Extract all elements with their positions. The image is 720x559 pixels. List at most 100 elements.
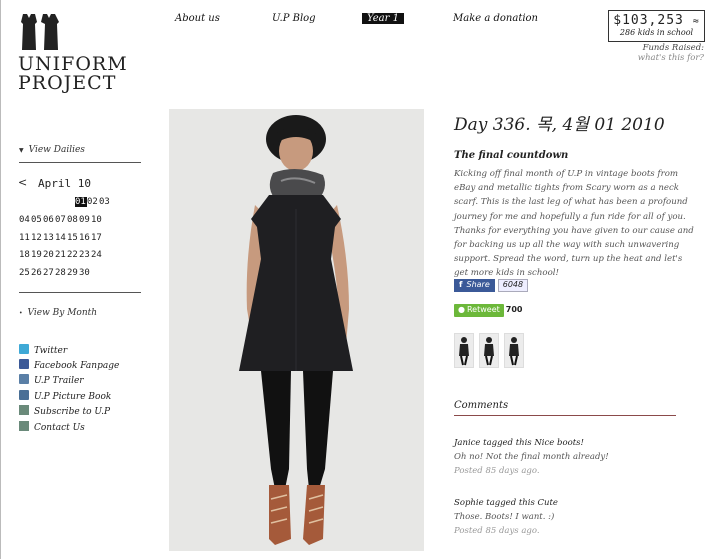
view-by-month-toggle[interactable]: • View By Month <box>19 308 97 318</box>
facebook-share: f Share 6048 <box>454 279 529 292</box>
thumbnail-image[interactable] <box>504 333 524 368</box>
calendar-day[interactable]: 26 <box>31 268 43 278</box>
calendar-day[interactable]: 20 <box>43 250 55 260</box>
book-icon <box>19 390 29 400</box>
comment-date: Posted 85 days ago. <box>454 466 540 476</box>
funds-info-link[interactable]: what's this for? <box>638 53 704 63</box>
calendar-day[interactable]: 01 <box>75 197 87 207</box>
calendar-day[interactable]: 11 <box>19 233 31 243</box>
funds-counter: $103,253 ≈ 286 kids in school <box>608 10 705 42</box>
calendar-day[interactable]: 13 <box>43 233 55 243</box>
post-title: Day 336. 목, 4월 01 2010 <box>454 115 665 135</box>
sidebar-link-trailer[interactable]: U.P Trailer <box>19 374 84 386</box>
sidebar-link-contact[interactable]: Contact Us <box>19 421 85 433</box>
calendar-day[interactable]: 28 <box>55 268 67 278</box>
comment-header: Sophie tagged this Cute <box>454 498 558 508</box>
calendar-day[interactable]: 25 <box>19 268 31 278</box>
calendar-day[interactable]: 19 <box>31 250 43 260</box>
sidebar-link-label: Contact Us <box>34 423 85 433</box>
comment-body: Oh no! Not the final month already! <box>454 452 609 462</box>
retweet-button[interactable]: ● Retweet <box>454 304 504 317</box>
thumbnail-image[interactable] <box>454 333 474 368</box>
post-body: Kicking off final month of U.P in vintag… <box>454 169 694 279</box>
retweet-widget: ● Retweet 700 <box>454 304 522 323</box>
calendar-month: April 10 <box>38 177 91 190</box>
logo-line-2: PROJECT <box>18 72 117 94</box>
calendar-day[interactable]: 15 <box>67 233 79 243</box>
calendar-day[interactable]: 09 <box>79 215 91 225</box>
calendar-day[interactable]: 23 <box>79 250 91 260</box>
calendar-day[interactable]: 06 <box>43 215 55 225</box>
sidebar-link-subscribe[interactable]: Subscribe to U.P <box>19 405 110 417</box>
calendar-day[interactable]: 03 <box>99 197 111 207</box>
comment-date: Posted 85 days ago. <box>454 526 540 536</box>
nav-about-us[interactable]: About us <box>175 13 220 24</box>
sidebar-link-picture-book[interactable]: U.P Picture Book <box>19 390 111 402</box>
calendar-week: 04050607080910 <box>19 215 103 225</box>
facebook-share-button[interactable]: f Share <box>454 279 495 292</box>
bullet-icon: • <box>19 310 23 317</box>
calendar-day[interactable]: 29 <box>67 268 79 278</box>
nav-make-donation[interactable]: Make a donation <box>453 13 538 24</box>
sidebar-link-label: Facebook Fanpage <box>34 361 120 371</box>
retweet-label: Retweet <box>466 305 500 314</box>
funds-label: Funds Raised: <box>642 43 704 53</box>
calendar-day[interactable]: 21 <box>55 250 67 260</box>
chevron-down-icon: ▼ <box>19 147 24 154</box>
retweet-count: 700 <box>505 305 523 314</box>
calendar-day[interactable]: 17 <box>91 233 103 243</box>
share-count: 6048 <box>497 279 529 292</box>
calendar-week: 18192021222324 <box>19 250 103 260</box>
site-logo[interactable]: UNIFORM PROJECT <box>18 55 128 93</box>
calendar-week: 010203 <box>75 197 111 207</box>
calendar-day[interactable]: 07 <box>55 215 67 225</box>
view-dailies-label: View Dailies <box>28 145 85 155</box>
divider <box>19 292 141 293</box>
post-subtitle: The final countdown <box>454 150 569 161</box>
comments-heading: Comments <box>454 400 509 411</box>
calendar-day[interactable]: 08 <box>67 215 79 225</box>
sidebar-link-label: Subscribe to U.P <box>34 407 111 417</box>
sidebar-link-facebook[interactable]: Facebook Fanpage <box>19 359 119 371</box>
view-by-month-label: View By Month <box>27 308 98 318</box>
divider <box>454 415 676 416</box>
calendar-week: 252627282930 <box>19 268 91 278</box>
nav-year-1[interactable]: Year 1 <box>362 13 404 24</box>
funds-amount: $103,253 ≈ <box>613 13 700 28</box>
calendar-day[interactable]: 22 <box>67 250 79 260</box>
dress-logo-icon[interactable] <box>17 12 63 52</box>
thumbnail-image[interactable] <box>479 333 499 368</box>
nav-up-blog[interactable]: U.P Blog <box>272 13 316 24</box>
person-figure <box>169 109 424 551</box>
calendar-day[interactable]: 30 <box>79 268 91 278</box>
facebook-icon: f <box>459 280 463 289</box>
sidebar-link-label: Twitter <box>34 346 68 356</box>
view-dailies-toggle[interactable]: ▼ View Dailies <box>19 145 85 155</box>
calendar-day[interactable]: 04 <box>19 215 31 225</box>
facebook-icon <box>19 359 29 369</box>
calendar-day[interactable]: 14 <box>55 233 67 243</box>
outfit-photo[interactable] <box>169 109 424 551</box>
comment-header: Janice tagged this Nice boots! <box>454 438 584 448</box>
calendar-day[interactable]: 27 <box>43 268 55 278</box>
calendar-day[interactable]: 18 <box>19 250 31 260</box>
calendar-day[interactable]: 02 <box>87 197 99 207</box>
calendar-prev-button[interactable]: < <box>18 176 27 189</box>
page: UNIFORM PROJECT About us U.P Blog Year 1… <box>0 0 720 559</box>
calendar-day[interactable]: 24 <box>91 250 103 260</box>
envelope-icon <box>19 421 29 431</box>
calendar-day[interactable]: 05 <box>31 215 43 225</box>
twitter-icon: ● <box>458 305 465 314</box>
sidebar-link-twitter[interactable]: Twitter <box>19 344 67 356</box>
share-label: Share <box>466 280 490 289</box>
video-icon <box>19 374 29 384</box>
calendar-day[interactable]: 12 <box>31 233 43 243</box>
divider <box>19 162 141 163</box>
comment-body: Those. Boots! I want. :) <box>454 512 555 522</box>
calendar-day[interactable]: 10 <box>91 215 103 225</box>
sidebar-link-label: U.P Trailer <box>34 376 84 386</box>
envelope-icon <box>19 405 29 415</box>
twitter-icon <box>19 344 29 354</box>
sidebar-link-label: U.P Picture Book <box>34 392 112 402</box>
calendar-day[interactable]: 16 <box>79 233 91 243</box>
